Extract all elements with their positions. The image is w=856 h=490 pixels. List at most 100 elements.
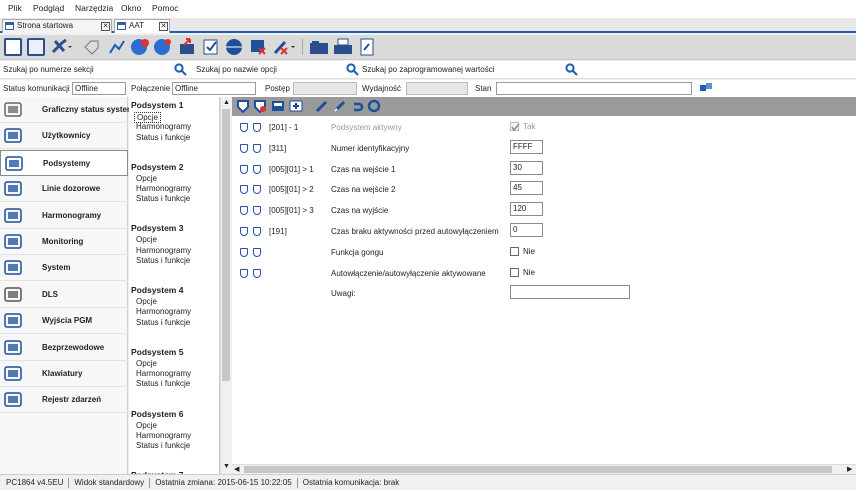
shield-icon[interactable]	[253, 143, 261, 153]
shield-icon[interactable]	[253, 206, 261, 216]
shield-icon[interactable]	[253, 268, 261, 278]
refresh-icon[interactable]	[367, 99, 381, 113]
tree-item[interactable]: Opcje	[136, 174, 157, 183]
shield-icon[interactable]	[240, 143, 248, 153]
shield-icon[interactable]	[240, 227, 248, 236]
sidebar-item[interactable]: Graficzny status systemu	[0, 97, 139, 123]
menu-podglad[interactable]: Podgląd	[33, 3, 64, 13]
shield-icon[interactable]	[240, 185, 248, 195]
panel-add-icon[interactable]	[289, 99, 303, 113]
shield-icon[interactable]	[240, 206, 248, 216]
shield-icon[interactable]	[240, 123, 248, 132]
tree-item[interactable]: Status i funkcje	[136, 441, 190, 450]
tree-item[interactable]: Opcje	[136, 235, 157, 244]
option-value-field[interactable]: 0	[510, 223, 543, 237]
shield-icon[interactable]	[240, 247, 248, 257]
tree-scrollbar[interactable]: ▲ ▼	[220, 97, 231, 474]
menu-narzedzia[interactable]: Narzędzia	[75, 3, 113, 13]
tree-item[interactable]: Opcje	[136, 297, 157, 306]
shield-red-icon[interactable]	[253, 99, 267, 114]
tree-item[interactable]: Status i funkcje	[136, 133, 190, 142]
checklist-icon[interactable]	[202, 38, 220, 56]
scrollbar-thumb[interactable]	[244, 466, 832, 473]
tree-item[interactable]: Harmonogramy	[136, 369, 191, 378]
option-value-field[interactable]: FFFF	[510, 139, 543, 154]
search-icon[interactable]	[565, 63, 578, 76]
menu-pomoc[interactable]: Pomoc	[152, 3, 178, 13]
globe-connect-icon[interactable]	[130, 38, 149, 56]
shield-icon[interactable]	[253, 185, 261, 195]
option-value-field[interactable]: 120	[510, 202, 543, 217]
option-value-field[interactable]: 45	[510, 181, 543, 196]
sidebar-item[interactable]: Bezprzewodowe	[0, 335, 128, 361]
upload-icon[interactable]	[178, 38, 196, 56]
undo-icon[interactable]	[350, 99, 364, 113]
connection-link-icon[interactable]	[700, 83, 712, 93]
edit-icon[interactable]	[27, 38, 45, 56]
search-by-value-input[interactable]: Szukaj po zaprogramowanej wartości	[362, 65, 495, 74]
save-icon[interactable]	[4, 38, 22, 56]
tree-subsystem-title[interactable]: Podsystem 4	[131, 285, 183, 295]
shield-icon[interactable]	[253, 227, 261, 236]
scroll-right-icon[interactable]: ▶	[847, 465, 852, 473]
tools-dropdown-icon[interactable]	[50, 38, 72, 56]
tree-subsystem-title[interactable]: Podsystem 5	[131, 347, 183, 357]
shield-icon[interactable]	[253, 247, 261, 257]
close-icon[interactable]: ✕	[101, 22, 110, 31]
chart-line-icon[interactable]	[108, 38, 126, 56]
tab-start-page[interactable]: Strona startowa ✕	[2, 19, 112, 33]
tag-icon[interactable]	[82, 38, 100, 56]
tree-item[interactable]: Harmonogramy	[136, 122, 191, 131]
scrollbar-thumb[interactable]	[222, 109, 230, 381]
shield-icon[interactable]	[240, 164, 248, 174]
tree-item[interactable]: Status i funkcje	[136, 256, 190, 265]
shield-icon[interactable]	[253, 123, 261, 132]
tab-aat[interactable]: AAT ✕	[114, 19, 170, 33]
tree-subsystem-title[interactable]: Podsystem 2	[131, 162, 183, 172]
scroll-down-icon[interactable]: ▼	[223, 463, 230, 470]
tree-item[interactable]: Harmonogramy	[136, 431, 191, 440]
sidebar-item[interactable]: Wyjścia PGM	[0, 308, 128, 335]
sidebar-item[interactable]: Użytkownicy	[0, 123, 128, 150]
close-icon[interactable]: ✕	[159, 22, 168, 31]
tree-subsystem-title[interactable]: Podsystem 6	[131, 409, 183, 419]
menu-okno[interactable]: Okno	[121, 3, 141, 13]
sidebar-item[interactable]: Klawiatury	[0, 361, 128, 387]
sidebar-item[interactable]: Monitoring	[0, 229, 128, 255]
sidebar-item[interactable]: Podsystemy	[0, 149, 128, 176]
shield-icon[interactable]	[253, 164, 261, 174]
print-icon[interactable]	[333, 38, 352, 56]
globe-disconnect-icon[interactable]	[153, 38, 171, 56]
tree-subsystem-title[interactable]: Podsystem 3	[131, 223, 183, 233]
tree-item[interactable]: Status i funkcje	[136, 318, 190, 327]
device-x-icon[interactable]	[249, 38, 267, 56]
search-icon[interactable]	[346, 63, 359, 76]
shield-check-icon[interactable]	[236, 99, 250, 114]
tree-subsystem-title[interactable]: Podsystem 1	[131, 100, 183, 110]
notes-field[interactable]	[510, 285, 630, 300]
scroll-left-icon[interactable]: ◀	[234, 465, 239, 473]
sidebar-item[interactable]: Harmonogramy	[0, 203, 128, 229]
option-checkbox[interactable]	[510, 246, 519, 256]
wrench-dropdown-icon[interactable]	[273, 38, 295, 56]
export-document-icon[interactable]	[358, 38, 376, 56]
shield-icon[interactable]	[240, 268, 248, 278]
search-icon[interactable]	[174, 63, 187, 76]
horizontal-scrollbar[interactable]: ◀ ▶	[232, 464, 856, 474]
option-value-field[interactable]: 30	[510, 160, 543, 175]
search-by-option-name-input[interactable]: Szukaj po nazwie opcji	[196, 65, 277, 74]
menu-plik[interactable]: Plik	[8, 3, 22, 13]
folder-open-icon[interactable]	[309, 38, 328, 56]
tree-item[interactable]: Harmonogramy	[136, 307, 191, 316]
panel-icon[interactable]	[271, 99, 285, 113]
tree-item[interactable]: Opcje	[136, 359, 157, 368]
pencil-icon[interactable]	[315, 99, 329, 113]
globe-icon[interactable]	[225, 38, 243, 56]
tree-item[interactable]: Harmonogramy	[136, 246, 191, 255]
tree-item[interactable]: Status i funkcje	[136, 194, 190, 203]
sidebar-item[interactable]: System	[0, 255, 128, 282]
tree-item[interactable]: Status i funkcje	[136, 379, 190, 388]
sidebar-item[interactable]: Rejestr zdarzeń	[0, 387, 128, 414]
tree-item[interactable]: Harmonogramy	[136, 184, 191, 193]
tree-item[interactable]: Opcje	[136, 421, 157, 430]
